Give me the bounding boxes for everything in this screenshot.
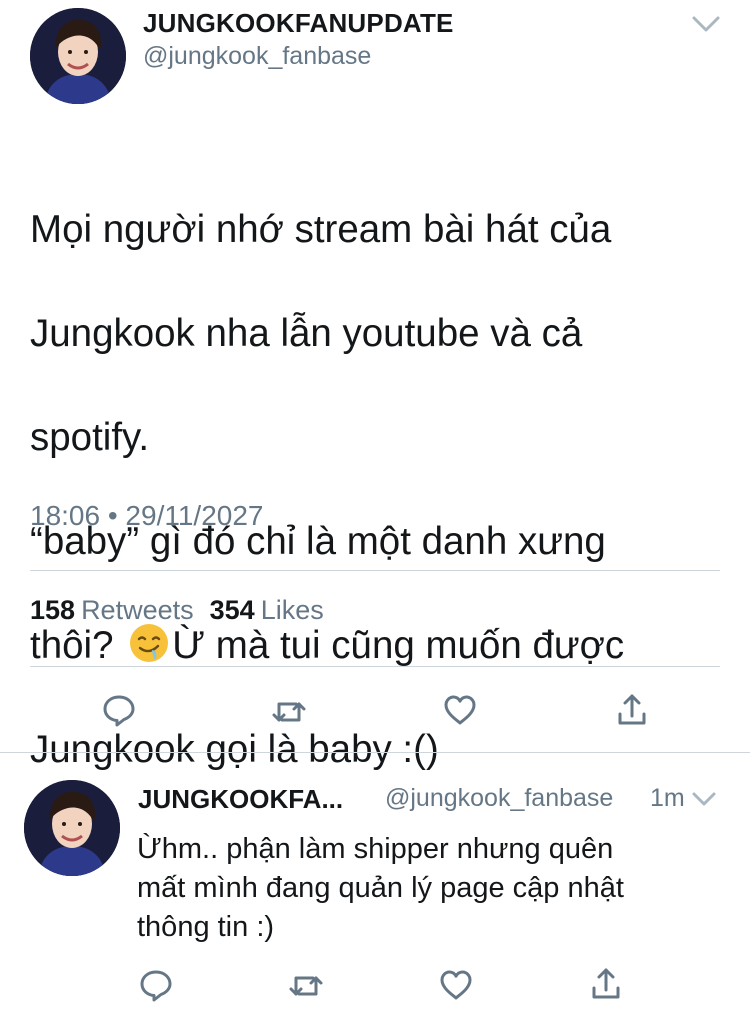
heart-icon[interactable] <box>438 967 474 1003</box>
divider <box>30 570 720 571</box>
tweet-text-line: spotify. <box>30 416 150 459</box>
avatar[interactable] <box>30 8 126 104</box>
reply-icon[interactable] <box>138 967 174 1003</box>
avatar-image <box>30 8 126 104</box>
drooling-face-emoji <box>128 622 170 664</box>
heart-icon[interactable] <box>442 692 478 728</box>
tweet-timestamp[interactable]: 18:06 • 29/11/2027 <box>30 500 264 532</box>
display-name[interactable]: JUNGKOOKFANUPDATE <box>143 8 454 39</box>
avatar[interactable] <box>24 780 120 876</box>
retweets-count: 158 <box>30 595 76 625</box>
tweet-text-line: thôi? Ừ mà tui cũng muốn được <box>30 620 730 672</box>
tweet-stats: 158 Retweets 354 Likes <box>30 595 340 626</box>
tweet-text: Ừhm.. phận làm shipper nhưng quên mất mì… <box>137 830 737 947</box>
retweets-stat[interactable]: 158 Retweets <box>30 595 210 625</box>
tweet-text-line: Jungkook nha lẫn youtube và cả <box>30 312 583 355</box>
divider <box>0 752 750 753</box>
chevron-down-icon[interactable] <box>690 12 722 36</box>
tweet-time[interactable]: 1m <box>650 784 685 813</box>
user-handle[interactable]: @jungkook_fanbase <box>385 784 613 813</box>
avatar-image <box>24 780 120 876</box>
retweet-icon[interactable] <box>271 694 307 730</box>
tweet-text-segment: thôi? <box>30 624 125 667</box>
tweet-text-line: mất mình đang quản lý page cập nhật <box>137 872 624 904</box>
retweet-icon[interactable] <box>288 968 324 1004</box>
tweet-text-line: Ừhm.. phận làm shipper nhưng quên <box>137 833 614 865</box>
chevron-down-icon[interactable] <box>690 788 718 810</box>
retweets-label: Retweets <box>81 595 194 625</box>
tweet-text-segment: Ừ mà tui cũng muốn được <box>172 624 625 667</box>
likes-stat[interactable]: 354 Likes <box>210 595 340 625</box>
share-icon[interactable] <box>614 692 650 728</box>
user-handle[interactable]: @jungkook_fanbase <box>143 42 371 71</box>
divider <box>30 666 720 667</box>
tweet-text-line: Jungkook gọi là baby :() <box>30 728 439 771</box>
likes-count: 354 <box>209 595 255 625</box>
tweet-text-line: thông tin :) <box>137 911 275 943</box>
tweet-text-line: Mọi người nhớ stream bài hát của <box>30 208 612 251</box>
display-name[interactable]: JUNGKOOKFA... <box>138 784 343 815</box>
reply-icon[interactable] <box>101 692 137 728</box>
likes-label: Likes <box>260 595 324 625</box>
share-icon[interactable] <box>588 966 624 1002</box>
